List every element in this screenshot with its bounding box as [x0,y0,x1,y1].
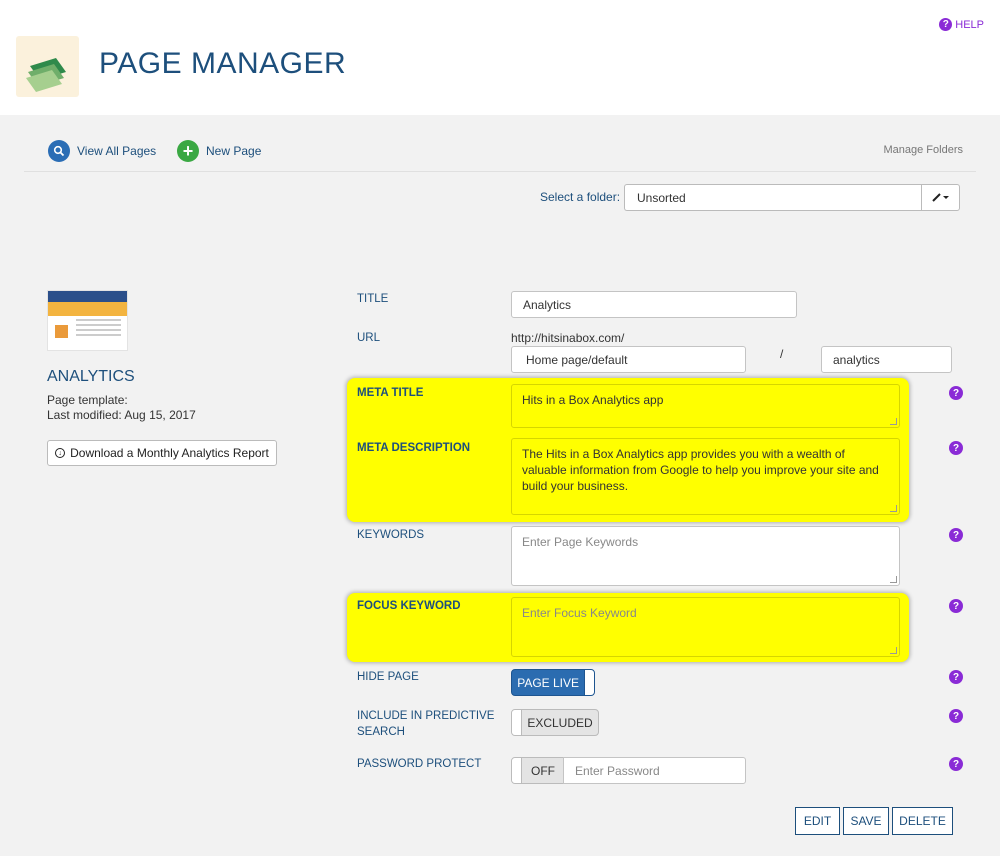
password-input[interactable]: Enter Password [563,757,746,784]
url-label: URL [357,332,381,344]
last-modified: Last modified: Aug 15, 2017 [47,408,196,422]
toggle-knob [512,710,522,735]
password-protect-label: PASSWORD PROTECT [357,758,482,770]
predictive-search-toggle[interactable]: EXCLUDED [511,709,599,736]
view-all-pages-label: View All Pages [77,144,157,158]
search-icon [48,140,70,162]
title-label: TITLE [357,293,389,305]
delete-button[interactable]: DELETE [892,807,953,835]
title-input[interactable]: Analytics [511,291,797,318]
keywords-placeholder: Enter Page Keywords [522,535,639,549]
download-icon: ↓ [55,448,66,458]
focus-keyword-placeholder: Enter Focus Keyword [522,606,637,620]
resize-handle-icon[interactable] [890,418,897,425]
folder-select[interactable]: Unsorted [624,184,922,211]
page-manager-logo-icon [16,36,79,97]
url-slug-input[interactable]: analytics [821,346,952,373]
url-parent-select[interactable]: Home page/default [511,346,746,373]
page-name: ANALYTICS [47,368,135,385]
password-protect-state: OFF [531,763,555,778]
resize-handle-icon[interactable] [890,505,897,512]
help-link[interactable]: ? HELP [939,18,984,31]
meta-description-input[interactable]: The Hits in a Box Analytics app provides… [511,438,900,515]
folder-edit-button[interactable] [921,184,960,211]
meta-title-label: META TITLE [357,387,424,399]
edit-button[interactable]: EDIT [795,807,840,835]
plus-icon: + [177,140,199,162]
keywords-help-icon[interactable]: ? [949,528,963,542]
resize-handle-icon[interactable] [890,647,897,654]
help-icon: ? [939,18,953,31]
meta-title-value: Hits in a Box Analytics app [522,393,664,407]
hide-page-label: HIDE PAGE [357,671,419,683]
view-all-pages-button[interactable]: View All Pages [48,140,156,162]
download-report-button[interactable]: ↓ Download a Monthly Analytics Report [47,440,277,466]
toggle-knob [512,758,522,783]
save-button[interactable]: SAVE [843,807,889,835]
keywords-label: KEYWORDS [357,529,425,541]
focus-keyword-label: FOCUS KEYWORD [357,600,461,612]
meta-description-label: META DESCRIPTION [357,442,471,454]
predictive-search-state: EXCLUDED [527,715,593,730]
meta-title-input[interactable]: Hits in a Box Analytics app [511,384,900,428]
password-protect-help-icon[interactable]: ? [949,757,963,771]
hide-page-help-icon[interactable]: ? [949,670,963,684]
page-title: PAGE MANAGER [99,47,347,80]
resize-handle-icon[interactable] [890,576,897,583]
meta-description-value: The Hits in a Box Analytics app provides… [522,447,879,493]
meta-description-help-icon[interactable]: ? [949,441,963,455]
meta-title-help-icon[interactable]: ? [949,386,963,400]
toggle-knob [584,670,594,695]
page-template-label: Page template: [47,393,128,407]
header-bar: PAGE MANAGER ? HELP [0,0,1000,115]
manage-folders-link[interactable]: Manage Folders [884,144,964,156]
focus-keyword-help-icon[interactable]: ? [949,599,963,613]
hide-page-state: PAGE LIVE [517,675,580,690]
hide-page-toggle[interactable]: PAGE LIVE [511,669,595,696]
folder-label: Select a folder: [540,190,621,204]
keywords-input[interactable]: Enter Page Keywords [511,526,900,586]
download-report-label: Download a Monthly Analytics Report [70,446,269,460]
url-separator: / [780,347,784,361]
focus-keyword-input[interactable]: Enter Focus Keyword [511,597,900,657]
page-thumbnail [47,290,128,351]
new-page-label: New Page [206,144,262,158]
pencil-icon [931,191,950,205]
new-page-button[interactable]: + New Page [177,140,261,162]
help-label: HELP [955,18,984,31]
predictive-search-label: INCLUDE IN PREDICTIVE SEARCH [357,710,495,738]
password-protect-toggle[interactable]: OFF [511,757,565,784]
page-nav: View All Pages + New Page Manage Folders [24,138,976,172]
url-prefix: http://hitsinabox.com/ [511,331,625,345]
predictive-search-help-icon[interactable]: ? [949,709,963,723]
